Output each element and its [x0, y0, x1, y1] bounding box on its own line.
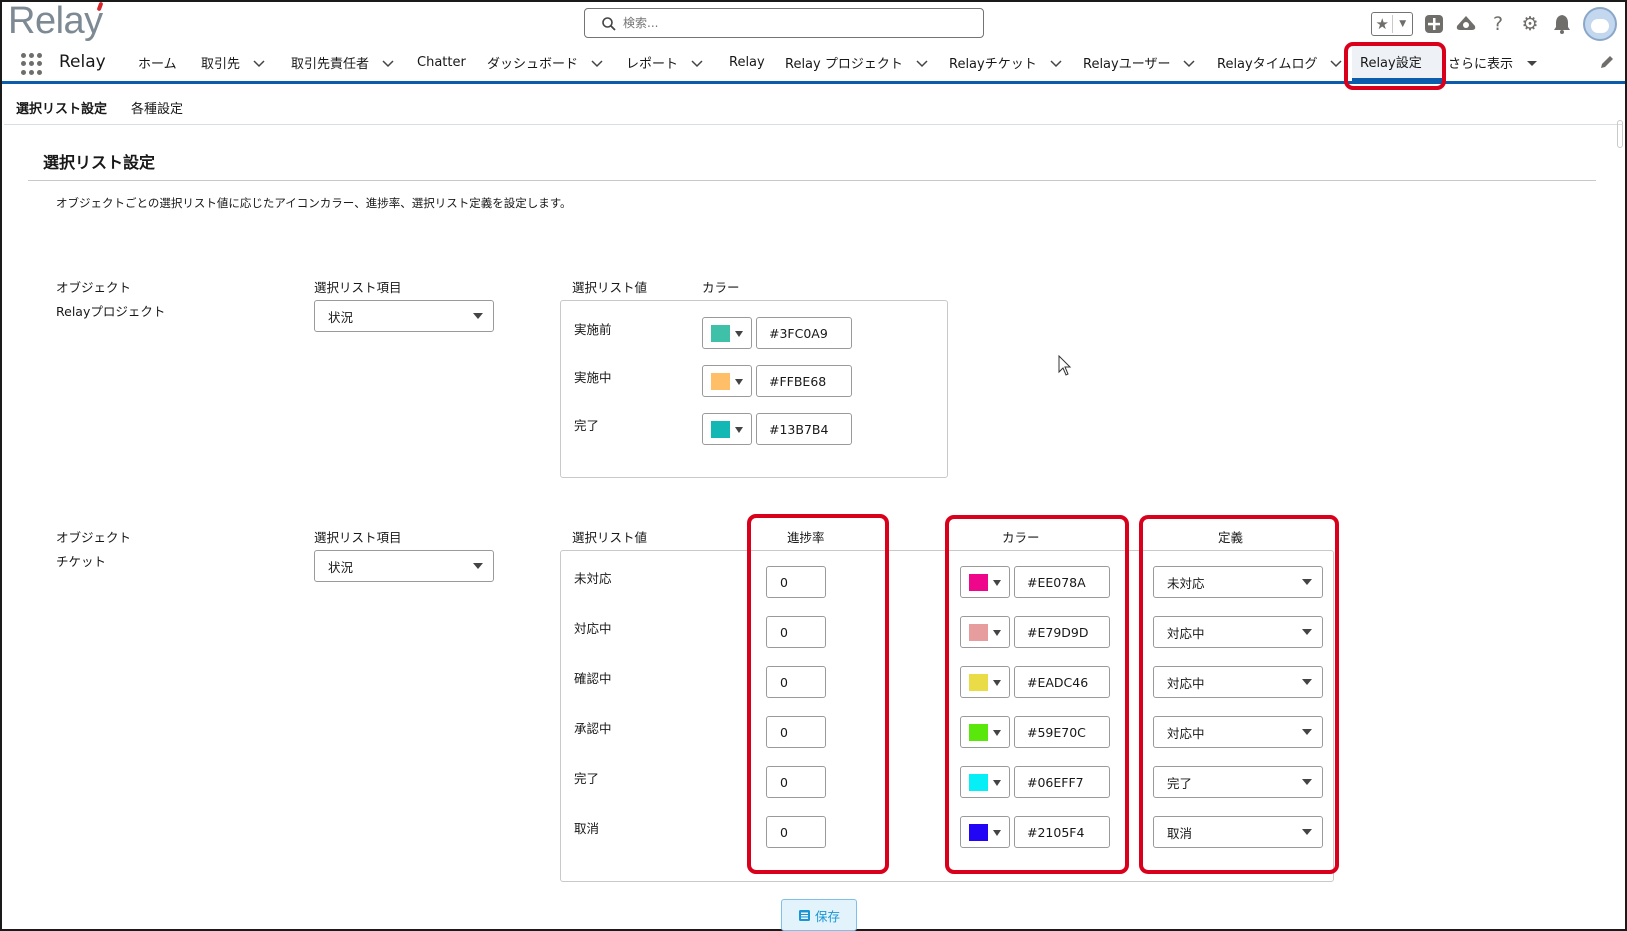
picklist-value-label: 選択リスト値 [572, 530, 648, 545]
highlight-definition-column [1139, 515, 1339, 874]
picklist-value: 確認中 [574, 671, 612, 686]
picklist-field-label: 選択リスト項目 [314, 530, 402, 545]
highlight-progress-column [747, 514, 889, 874]
nav-item-accounts[interactable]: 取引先 [201, 44, 268, 81]
trailhead-icon[interactable] [1455, 13, 1477, 35]
chevron-down-icon[interactable] [688, 54, 706, 72]
save-button[interactable]: 保存 [781, 899, 857, 931]
picklist-value: 完了 [574, 771, 600, 786]
nav-item-relay-project[interactable]: Relay プロジェクト [785, 44, 931, 81]
picklist-value: 承認中 [574, 721, 612, 736]
picklist-value: 未対応 [574, 571, 612, 586]
page-description: オブジェクトごとの選択リスト値に応じたアイコンカラー、進捗率、選択リスト定義を設… [56, 196, 572, 210]
search-icon [602, 17, 616, 31]
picklist-field-label: 選択リスト項目 [314, 280, 402, 295]
color-label: カラー [702, 280, 740, 295]
color-swatch [711, 373, 730, 390]
gear-icon[interactable]: ⚙ [1519, 13, 1541, 35]
object-label: オブジェクト [56, 280, 132, 295]
user-avatar[interactable] [1583, 7, 1617, 41]
nav-item-chatter[interactable]: Chatter [417, 44, 466, 81]
picklist-value: 取消 [574, 821, 600, 836]
project-values-panel [560, 300, 948, 478]
highlight-settings-tab [1344, 42, 1446, 90]
picklist-value: 実施中 [574, 370, 612, 385]
color-swatch [711, 325, 730, 342]
chevron-down-icon[interactable] [379, 54, 397, 72]
color-hex-input[interactable] [756, 413, 852, 445]
chevron-down-icon[interactable] [588, 54, 606, 72]
edit-nav-icon[interactable] [1599, 54, 1615, 70]
project-field-select[interactable]: 状況 [314, 300, 494, 332]
help-icon[interactable]: ? [1487, 13, 1509, 35]
app-name: Relay [59, 52, 106, 72]
chevron-down-icon[interactable] [1047, 54, 1065, 72]
chevron-down-icon[interactable] [1327, 54, 1345, 72]
color-picker-button[interactable] [702, 317, 752, 349]
nav-item-more[interactable]: さらに表示 [1448, 44, 1541, 81]
chevron-down-icon[interactable] [913, 54, 931, 72]
picklist-value-label: 選択リスト値 [572, 280, 648, 295]
nav-item-reports[interactable]: レポート [626, 44, 706, 81]
nav-item-home[interactable]: ホーム [138, 44, 177, 81]
global-header: Relay ★ ▼ ? ⚙ [2, 0, 1625, 44]
chevron-down-icon[interactable] [250, 54, 268, 72]
color-hex-input[interactable] [756, 317, 852, 349]
page-title: 選択リスト設定 [43, 153, 156, 172]
color-picker-button[interactable] [702, 365, 752, 397]
divider [28, 180, 1596, 181]
ticket-field-select[interactable]: 状況 [314, 550, 494, 582]
nav-item-relay[interactable]: Relay [729, 44, 765, 81]
relay-logo[interactable]: Relay [8, 0, 104, 43]
caret-down-icon[interactable] [1523, 54, 1541, 72]
object-label: オブジェクト [56, 530, 132, 545]
color-swatch [711, 421, 730, 438]
subtab-general-settings[interactable]: 各種設定 [131, 98, 183, 117]
search-input[interactable] [623, 13, 973, 33]
picklist-value: 対応中 [574, 621, 612, 636]
nav-item-contacts[interactable]: 取引先責任者 [291, 44, 397, 81]
app-launcher-icon[interactable] [21, 53, 43, 75]
mouse-cursor-icon [1058, 355, 1072, 376]
nav-item-relay-user[interactable]: Relayユーザー [1083, 44, 1198, 81]
highlight-color-column [945, 515, 1129, 874]
favorites-button[interactable]: ★ ▼ [1371, 12, 1413, 36]
picklist-value: 完了 [574, 418, 600, 433]
star-icon: ★ [1372, 15, 1394, 33]
sub-tabs: 選択リスト設定 各種設定 [4, 87, 1623, 125]
save-button-label: 保存 [814, 908, 840, 924]
global-create-icon[interactable] [1423, 13, 1445, 35]
caret-down-icon [473, 313, 483, 319]
nav-item-relay-ticket[interactable]: Relayチケット [949, 44, 1065, 81]
chevron-down-icon[interactable] [1180, 54, 1198, 72]
color-picker-button[interactable] [702, 413, 752, 445]
scrollbar[interactable] [1617, 120, 1623, 148]
color-hex-input[interactable] [756, 365, 852, 397]
select-value: 状況 [328, 309, 354, 325]
chevron-down-icon: ▼ [1399, 19, 1407, 29]
bell-icon[interactable] [1551, 13, 1573, 35]
save-icon [798, 909, 810, 921]
global-search[interactable] [584, 8, 984, 38]
nav-item-relay-timelog[interactable]: Relayタイムログ [1217, 44, 1345, 81]
object-name-project: Relayプロジェクト [56, 304, 166, 319]
nav-item-dashboards[interactable]: ダッシュボード [487, 44, 606, 81]
caret-down-icon [473, 563, 483, 569]
subtab-picklist-settings[interactable]: 選択リスト設定 [16, 98, 107, 117]
object-name-ticket: チケット [56, 554, 107, 569]
picklist-value: 実施前 [574, 322, 612, 337]
select-value: 状況 [328, 559, 354, 575]
